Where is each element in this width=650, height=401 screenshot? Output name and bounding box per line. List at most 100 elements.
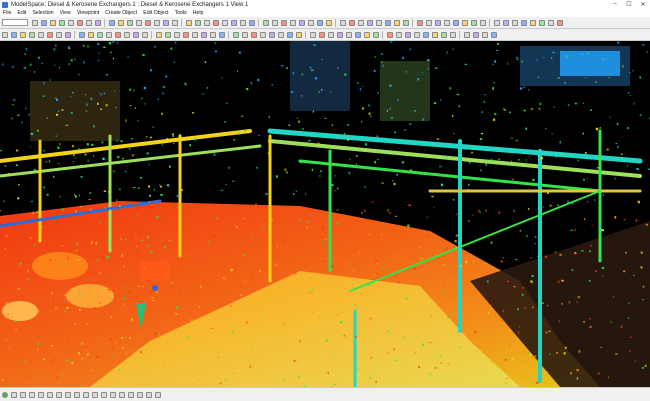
toolbar1-button-37[interactable]: [340, 20, 346, 26]
menu-viewpoint[interactable]: Viewpoint: [74, 10, 102, 16]
toolbar2-button-20[interactable]: [165, 32, 171, 38]
toolbar2-button-12[interactable]: [97, 32, 103, 38]
view-name-field[interactable]: [2, 19, 28, 26]
toolbar1-button-26[interactable]: [249, 20, 255, 26]
toolbar2-button-7[interactable]: [56, 32, 62, 38]
status-button-6[interactable]: [56, 392, 62, 398]
toolbar2-button-13[interactable]: [106, 32, 112, 38]
toolbar2-button-35[interactable]: [296, 32, 302, 38]
toolbar1-button-21[interactable]: [204, 20, 210, 26]
status-button-14[interactable]: [128, 392, 134, 398]
toolbar2-button-23[interactable]: [192, 32, 198, 38]
toolbar2-button-26[interactable]: [219, 32, 225, 38]
toolbar2-button-46[interactable]: [387, 32, 393, 38]
toolbar2-button-8[interactable]: [65, 32, 71, 38]
toolbar1-button-23[interactable]: [222, 20, 228, 26]
toolbar1-button-40[interactable]: [367, 20, 373, 26]
toolbar2-button-28[interactable]: [233, 32, 239, 38]
toolbar1-button-1[interactable]: [32, 20, 38, 26]
status-button-3[interactable]: [29, 392, 35, 398]
toolbar1-button-12[interactable]: [127, 20, 133, 26]
toolbar1-button-57[interactable]: [512, 20, 518, 26]
toolbar1-button-6[interactable]: [77, 20, 83, 26]
status-button-8[interactable]: [74, 392, 80, 398]
toolbar2-button-25[interactable]: [210, 32, 216, 38]
toolbar1-button-30[interactable]: [281, 20, 287, 26]
point-cloud-viewport[interactable]: [0, 41, 650, 387]
toolbar1-button-53[interactable]: [480, 20, 486, 26]
toolbar2-button-43[interactable]: [364, 32, 370, 38]
toolbar1-button-13[interactable]: [136, 20, 142, 26]
toolbar2-button-4[interactable]: [29, 32, 35, 38]
toolbar1-button-61[interactable]: [548, 20, 554, 26]
toolbar1-button-34[interactable]: [317, 20, 323, 26]
toolbar1-button-5[interactable]: [68, 20, 74, 26]
toolbar1-button-29[interactable]: [272, 20, 278, 26]
toolbar2-button-3[interactable]: [20, 32, 26, 38]
menu-tools[interactable]: Tools: [172, 10, 190, 16]
toolbar1-button-56[interactable]: [503, 20, 509, 26]
toolbar2-button-24[interactable]: [201, 32, 207, 38]
toolbar2-button-19[interactable]: [156, 32, 162, 38]
toolbar1-button-25[interactable]: [240, 20, 246, 26]
status-button-11[interactable]: [101, 392, 107, 398]
toolbar2-button-49[interactable]: [414, 32, 420, 38]
toolbar2-button-39[interactable]: [328, 32, 334, 38]
toolbar1-button-10[interactable]: [109, 20, 115, 26]
toolbar1-button-42[interactable]: [385, 20, 391, 26]
toolbar2-button-53[interactable]: [450, 32, 456, 38]
toolbar2-button-29[interactable]: [242, 32, 248, 38]
toolbar2-button-5[interactable]: [38, 32, 44, 38]
toolbar1-button-22[interactable]: [213, 20, 219, 26]
maximize-button[interactable]: ☐: [622, 1, 636, 8]
toolbar1-button-8[interactable]: [95, 20, 101, 26]
menu-selection[interactable]: Selection: [29, 10, 56, 16]
toolbar1-button-33[interactable]: [308, 20, 314, 26]
toolbar2-button-57[interactable]: [482, 32, 488, 38]
toolbar1-button-17[interactable]: [172, 20, 178, 26]
toolbar2-button-37[interactable]: [310, 32, 316, 38]
status-button-15[interactable]: [137, 392, 143, 398]
status-button-10[interactable]: [92, 392, 98, 398]
toolbar2-button-33[interactable]: [278, 32, 284, 38]
toolbar2-button-21[interactable]: [174, 32, 180, 38]
toolbar1-button-32[interactable]: [299, 20, 305, 26]
toolbar2-button-16[interactable]: [133, 32, 139, 38]
status-button-12[interactable]: [110, 392, 116, 398]
toolbar1-button-4[interactable]: [59, 20, 65, 26]
toolbar1-button-11[interactable]: [118, 20, 124, 26]
toolbar1-button-52[interactable]: [471, 20, 477, 26]
toolbar1-button-16[interactable]: [163, 20, 169, 26]
status-button-9[interactable]: [83, 392, 89, 398]
menu-edit-object[interactable]: Edit Object: [140, 10, 171, 16]
menu-file[interactable]: File: [0, 10, 14, 16]
toolbar2-button-6[interactable]: [47, 32, 53, 38]
toolbar2-button-56[interactable]: [473, 32, 479, 38]
toolbar2-button-42[interactable]: [355, 32, 361, 38]
toolbar2-button-17[interactable]: [142, 32, 148, 38]
toolbar2-button-2[interactable]: [11, 32, 17, 38]
toolbar1-button-49[interactable]: [444, 20, 450, 26]
toolbar1-button-31[interactable]: [290, 20, 296, 26]
toolbar2-button-55[interactable]: [464, 32, 470, 38]
toolbar2-button-14[interactable]: [115, 32, 121, 38]
toolbar1-button-60[interactable]: [539, 20, 545, 26]
toolbar2-button-15[interactable]: [124, 32, 130, 38]
status-button-1[interactable]: [11, 392, 17, 398]
menu-help[interactable]: Help: [190, 10, 207, 16]
toolbar1-button-43[interactable]: [394, 20, 400, 26]
toolbar1-button-48[interactable]: [435, 20, 441, 26]
toolbar1-button-47[interactable]: [426, 20, 432, 26]
status-button-4[interactable]: [38, 392, 44, 398]
toolbar2-button-1[interactable]: [2, 32, 8, 38]
toolbar1-button-14[interactable]: [145, 20, 151, 26]
toolbar2-button-30[interactable]: [251, 32, 257, 38]
toolbar1-button-62[interactable]: [557, 20, 563, 26]
toolbar2-button-11[interactable]: [88, 32, 94, 38]
playback-icon[interactable]: [2, 392, 8, 398]
toolbar2-button-58[interactable]: [491, 32, 497, 38]
toolbar2-button-47[interactable]: [396, 32, 402, 38]
toolbar1-button-35[interactable]: [326, 20, 332, 26]
toolbar1-button-44[interactable]: [403, 20, 409, 26]
toolbar1-button-41[interactable]: [376, 20, 382, 26]
